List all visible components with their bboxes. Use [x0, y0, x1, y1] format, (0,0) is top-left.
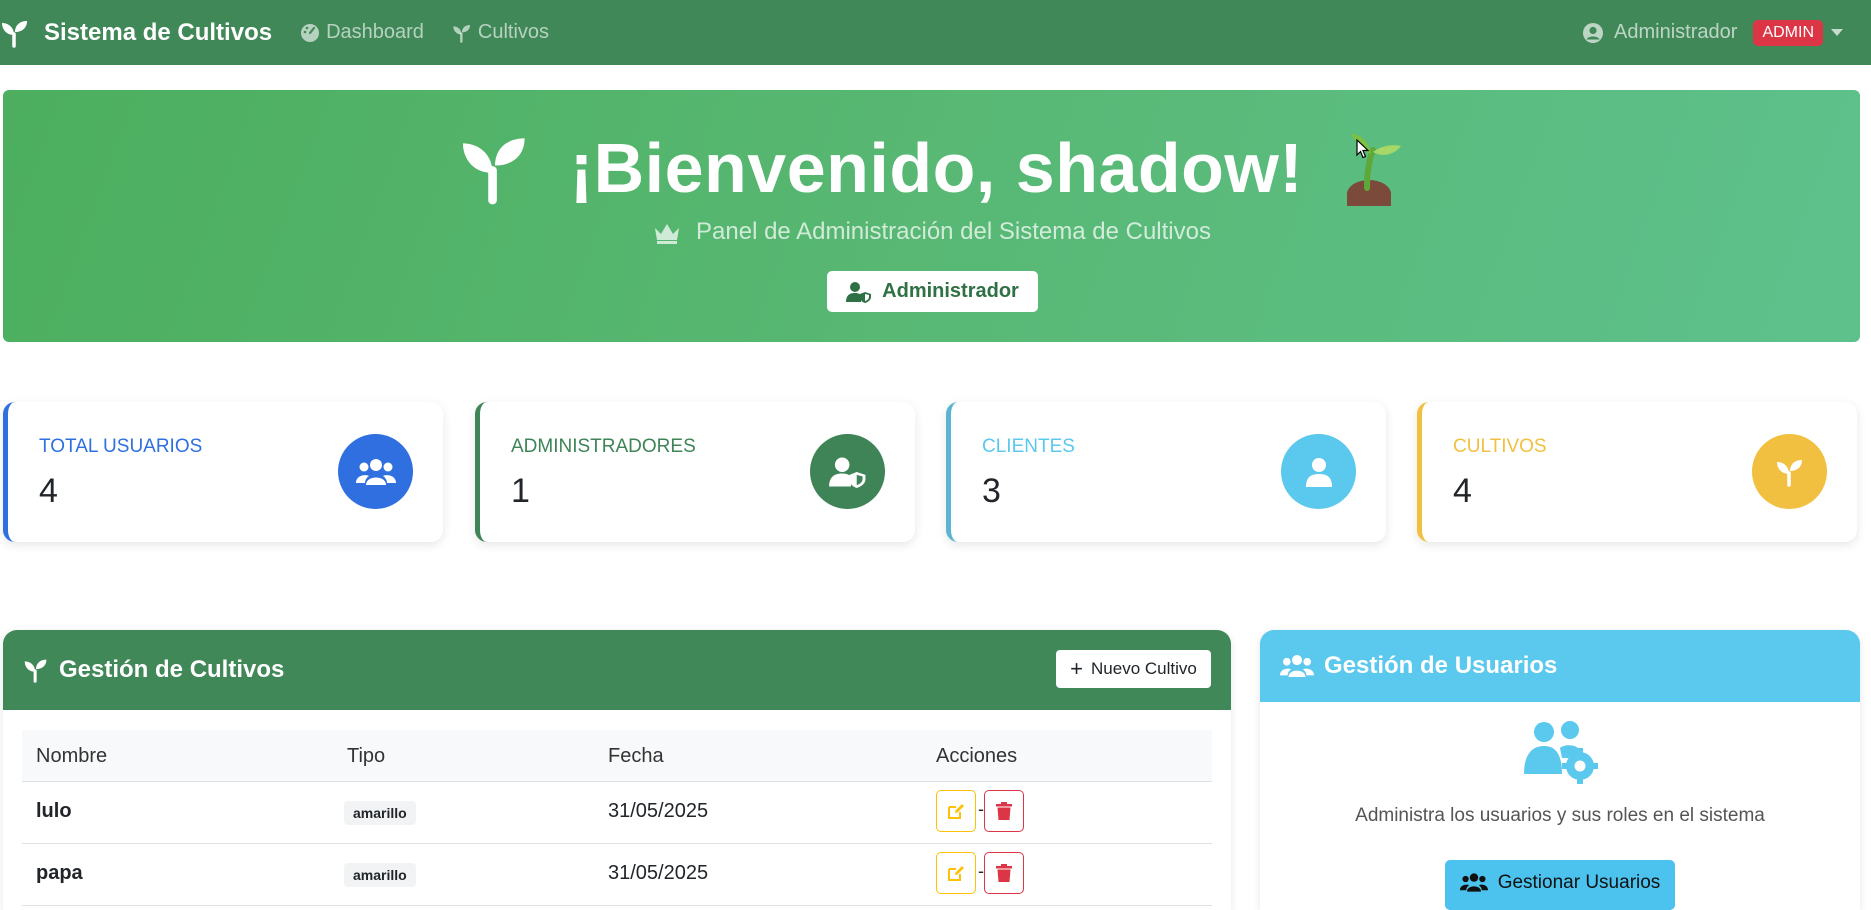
stat-label: CLIENTES [982, 436, 1075, 457]
usuarios-panel-title: Gestión de Usuarios [1324, 652, 1558, 679]
tipo-badge: amarillo [344, 863, 416, 887]
edit-icon [948, 804, 964, 819]
users-cog-icon [1524, 721, 1598, 784]
gestionar-usuarios-button[interactable]: Gestionar Usuarios [1445, 860, 1675, 910]
cultivos-table: Nombre Tipo Fecha Acciones lulo amarillo… [22, 730, 1212, 906]
stat-value: 4 [39, 472, 58, 510]
welcome-title: ¡Bienvenido, shadow! [569, 129, 1304, 207]
gestionar-usuarios-label: Gestionar Usuarios [1497, 872, 1661, 893]
user-dropdown-toggle[interactable]: Administrador [1582, 21, 1737, 44]
new-cultivo-button[interactable]: + Nuevo Cultivo [1056, 650, 1211, 688]
delete-button[interactable] [984, 852, 1024, 894]
cultivos-panel-header: Gestión de Cultivos + Nuevo Cultivo [3, 630, 1231, 710]
cultivos-panel: Gestión de Cultivos + Nuevo Cultivo Nomb… [3, 630, 1231, 910]
stat-card-administradores: ADMINISTRADORES 1 [475, 402, 915, 542]
stat-value: 1 [511, 472, 530, 510]
nav-cultivos[interactable]: Cultivos [452, 21, 549, 44]
stat-card-cultivos: CULTIVOS 4 [1417, 402, 1857, 542]
chevron-down-icon[interactable] [1831, 29, 1843, 36]
usuarios-panel-header: Gestión de Usuarios [1260, 630, 1860, 702]
stat-card-total-usuarios: TOTAL USUARIOS 4 [3, 402, 443, 542]
brand-link[interactable]: Sistema de Cultivos [0, 0, 272, 65]
cell-fecha: 31/05/2025 [608, 862, 709, 884]
seedling-icon [1752, 434, 1827, 509]
table-row: lulo amarillo 31/05/2025 - [22, 782, 1212, 844]
nav-dashboard-label: Dashboard [326, 21, 424, 43]
table-header: Nombre Tipo Fecha Acciones [22, 730, 1212, 782]
column-header-tipo[interactable]: Tipo [347, 745, 385, 768]
top-navbar: Sistema de Cultivos Dashboard Cultivos A… [0, 0, 1871, 65]
table-row: papa amarillo 31/05/2025 - [22, 844, 1212, 906]
role-indicator-button[interactable]: Administrador [827, 271, 1038, 312]
mouse-cursor-icon [1356, 139, 1370, 159]
usuarios-description: Administra los usuarios y sus roles en e… [1355, 805, 1765, 826]
user-menu[interactable]: Administrador ADMIN [1582, 0, 1843, 65]
hero-title-row: ¡Bienvenido, shadow! [3, 128, 1860, 208]
seedling-icon [462, 138, 525, 205]
hero-subtitle: Panel de Administración del Sistema de C… [696, 218, 1211, 245]
user-shield-icon [810, 434, 885, 509]
user-circle-icon [1583, 22, 1604, 43]
user-icon [1281, 434, 1356, 509]
dashboard-gauge-icon [301, 23, 320, 42]
cell-nombre: papa [36, 862, 83, 884]
column-header-fecha[interactable]: Fecha [608, 745, 664, 768]
edit-button[interactable] [936, 852, 976, 894]
users-icon [1459, 873, 1488, 892]
nav-cultivos-label: Cultivos [477, 21, 550, 43]
edit-icon [948, 866, 964, 881]
stat-value: 3 [982, 472, 1001, 510]
users-icon [338, 434, 413, 509]
tipo-badge: amarillo [344, 801, 416, 825]
seedling-icon [453, 24, 470, 43]
cultivos-panel-title: Gestión de Cultivos [59, 656, 285, 683]
column-header-acciones: Acciones [936, 745, 1018, 767]
stat-label: TOTAL USUARIOS [39, 436, 203, 457]
column-header-nombre[interactable]: Nombre [36, 745, 107, 768]
stat-value: 4 [1453, 472, 1472, 510]
cell-fecha: 31/05/2025 [608, 800, 709, 822]
user-name: Administrador [1614, 21, 1738, 43]
role-indicator-label: Administrador [882, 280, 1019, 302]
role-badge: ADMIN [1753, 19, 1823, 46]
nav-dashboard[interactable]: Dashboard [300, 21, 424, 44]
seedling-icon [2, 20, 27, 48]
brand-title: Sistema de Cultivos [44, 18, 273, 46]
stat-label: ADMINISTRADORES [511, 436, 696, 457]
edit-button[interactable] [936, 790, 976, 832]
trash-icon [996, 864, 1012, 882]
user-shield-icon [846, 281, 872, 303]
cell-nombre: lulo [36, 800, 72, 822]
trash-icon [996, 802, 1012, 820]
plus-icon: + [1070, 656, 1084, 681]
welcome-banner: ¡Bienvenido, shadow! Panel de Administra… [3, 90, 1860, 342]
stat-label: CULTIVOS [1453, 436, 1547, 457]
new-cultivo-label: Nuevo Cultivo [1091, 659, 1197, 678]
delete-button[interactable] [984, 790, 1024, 832]
stat-card-clientes: CLIENTES 3 [946, 402, 1386, 542]
usuarios-panel: Gestión de Usuarios Administra los usuar… [1260, 630, 1860, 910]
seedling-icon [24, 659, 47, 683]
users-icon [1280, 654, 1314, 678]
crown-icon [655, 224, 680, 244]
hero-subtitle-row: Panel de Administración del Sistema de C… [3, 218, 1860, 246]
